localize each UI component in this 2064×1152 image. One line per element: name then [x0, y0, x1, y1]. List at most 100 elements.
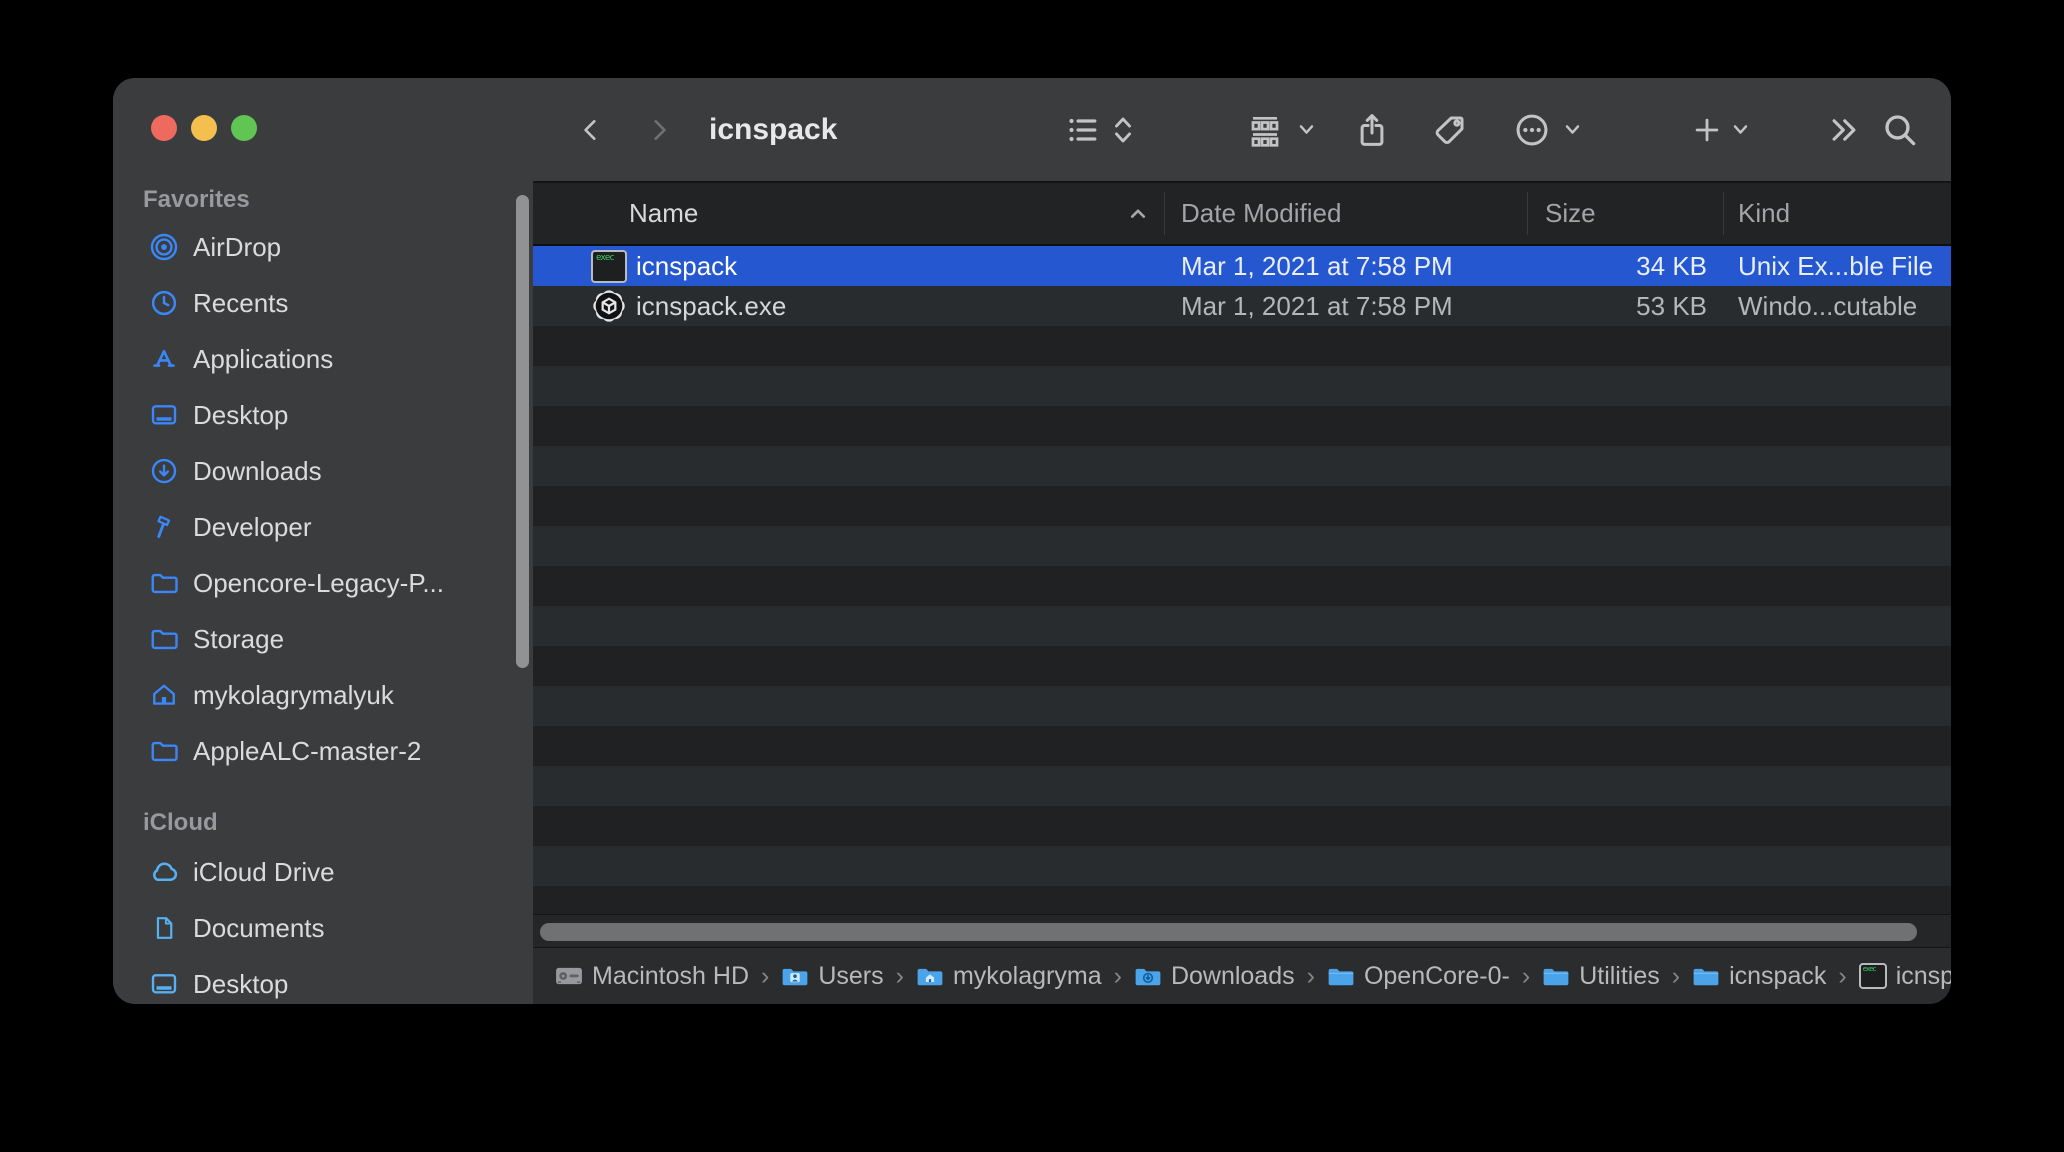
sidebar-item-label: Recents	[193, 287, 289, 318]
chevron-right-icon	[654, 119, 666, 140]
more-actions-chevron[interactable]	[1559, 78, 1585, 181]
document-icon	[147, 911, 181, 945]
desktop-background: Favorites AirDrop Recents Applications D…	[0, 0, 2064, 1152]
chevron-up-down-icon	[1115, 117, 1131, 142]
new-folder-button[interactable]	[1687, 78, 1727, 181]
file-date-modified: Mar 1, 2021 at 7:58 PM	[1181, 250, 1453, 281]
folder-plain-icon	[1692, 965, 1720, 988]
hammer-icon	[147, 510, 181, 544]
zoom-button[interactable]	[231, 115, 257, 141]
view-style-chevrons[interactable]	[1107, 78, 1139, 181]
plus-icon	[1695, 118, 1719, 141]
path-segment[interactable]: icnspack ›	[1692, 962, 1859, 991]
group-view-icon	[1251, 116, 1279, 147]
column-divider[interactable]	[1527, 192, 1528, 235]
share-button[interactable]	[1351, 78, 1393, 181]
close-button[interactable]	[151, 115, 177, 141]
path-segment[interactable]: OpenCore-0- ›	[1327, 962, 1542, 991]
search-button[interactable]	[1877, 78, 1923, 181]
horizontal-scrollbar-thumb[interactable]	[540, 923, 1917, 941]
path-segment-label: Users	[818, 961, 884, 990]
forward-button[interactable]	[641, 78, 677, 181]
column-divider[interactable]	[1164, 192, 1165, 235]
sidebar-item-label: Storage	[193, 623, 285, 654]
desktop-icon	[147, 398, 181, 432]
sidebar-item-label: mykolagrymalyuk	[193, 679, 394, 710]
back-button[interactable]	[573, 78, 609, 181]
more-actions-button[interactable]	[1511, 78, 1553, 181]
home-icon	[147, 678, 181, 712]
toolbar-overflow-button[interactable]	[1823, 78, 1865, 181]
column-header-date-modified[interactable]: Date Modified	[1181, 183, 1341, 244]
path-segment[interactable]: Macintosh HD ›	[555, 962, 781, 991]
new-folder-chevron[interactable]	[1727, 78, 1753, 181]
column-header-kind[interactable]: Kind	[1738, 183, 1790, 244]
path-segment[interactable]: exec icnspack ›	[1858, 962, 1951, 991]
file-date-modified: Mar 1, 2021 at 7:58 PM	[1181, 290, 1453, 321]
sidebar-item[interactable]: Developer	[113, 499, 533, 555]
icloud-list: iCloud Drive Documents Desktop	[113, 844, 533, 1004]
path-separator: ›	[1521, 961, 1531, 990]
exec-icon: exec	[590, 248, 628, 284]
path-separator: ›	[1306, 961, 1315, 990]
file-name: icnspack.exe	[636, 290, 787, 321]
group-by-chevron[interactable]	[1293, 78, 1319, 181]
horizontal-scrollbar-track	[533, 914, 1951, 948]
tag-icon	[1435, 116, 1464, 144]
path-segment[interactable]: Users ›	[781, 962, 916, 991]
sidebar-item-label: iCloud Drive	[193, 856, 335, 887]
sidebar-item[interactable]: iCloud Drive	[113, 844, 533, 900]
desktop-icon	[147, 967, 181, 1001]
sidebar-item[interactable]: Desktop	[113, 387, 533, 443]
folder-download-icon	[1134, 965, 1162, 988]
file-row[interactable]: icnspack.exe Mar 1, 2021 at 7:58 PM 53 K…	[533, 286, 1951, 326]
double-chevron-right-icon	[1832, 118, 1856, 141]
column-header-size[interactable]: Size	[1545, 183, 1596, 244]
file-list: exec icnspack Mar 1, 2021 at 7:58 PM 34 …	[533, 246, 1951, 326]
sidebar-item-label: Developer	[193, 511, 312, 542]
folder-icon	[147, 734, 181, 768]
sidebar-item[interactable]: Documents	[113, 900, 533, 956]
sidebar-item[interactable]: Opencore-Legacy-P...	[113, 555, 533, 611]
ellipsis-circle-icon	[1516, 114, 1548, 145]
group-by-button[interactable]	[1245, 78, 1285, 181]
path-segment[interactable]: Utilities ›	[1542, 962, 1692, 991]
sidebar-item[interactable]: Desktop	[113, 956, 533, 1004]
column-header-name[interactable]: Name	[629, 183, 698, 244]
sidebar-item[interactable]: Storage	[113, 611, 533, 667]
search-icon	[1885, 114, 1916, 145]
file-size: 34 KB	[1636, 250, 1707, 281]
file-kind: Unix Ex...ble File	[1738, 250, 1934, 281]
folder-plain-icon	[1542, 965, 1570, 988]
tag-button[interactable]	[1429, 78, 1471, 181]
file-row[interactable]: exec icnspack Mar 1, 2021 at 7:58 PM 34 …	[533, 246, 1951, 286]
folder-icon	[147, 566, 181, 600]
file-name: icnspack	[636, 250, 738, 281]
path-bar: Macintosh HD › Users › mykolagryma › Dow…	[533, 948, 1951, 1004]
file-kind: Windo...cutable	[1738, 290, 1918, 321]
minimize-button[interactable]	[191, 115, 217, 141]
column-divider[interactable]	[1723, 192, 1724, 235]
sort-ascending-icon	[1129, 183, 1147, 244]
harddrive-icon	[555, 964, 583, 988]
sidebar-item[interactable]: AppleALC-master-2	[113, 723, 533, 779]
main-pane: icnspack Name Date Modified Size Kind ex…	[533, 78, 1951, 1004]
toolbar: icnspack	[533, 78, 1951, 183]
sidebar-item[interactable]: Recents	[113, 275, 533, 331]
list-view-icon	[1069, 118, 1097, 141]
sidebar-item-label: AirDrop	[193, 231, 282, 262]
chevron-down-icon	[1565, 125, 1579, 134]
path-segment[interactable]: Downloads ›	[1134, 962, 1327, 991]
clock-icon	[147, 286, 181, 320]
sidebar-item[interactable]: mykolagrymalyuk	[113, 667, 533, 723]
sidebar-item[interactable]: Applications	[113, 331, 533, 387]
sidebar-scrollbar[interactable]	[516, 195, 529, 668]
sidebar-item-label: AppleALC-master-2	[193, 735, 422, 766]
sidebar-item[interactable]: Downloads	[113, 443, 533, 499]
window-title: icnspack	[709, 112, 838, 146]
path-segment[interactable]: mykolagryma ›	[916, 962, 1134, 991]
download-circle-icon	[147, 454, 181, 488]
sidebar-item[interactable]: AirDrop	[113, 219, 533, 275]
share-icon	[1360, 113, 1384, 146]
view-list-button[interactable]	[1061, 78, 1103, 181]
